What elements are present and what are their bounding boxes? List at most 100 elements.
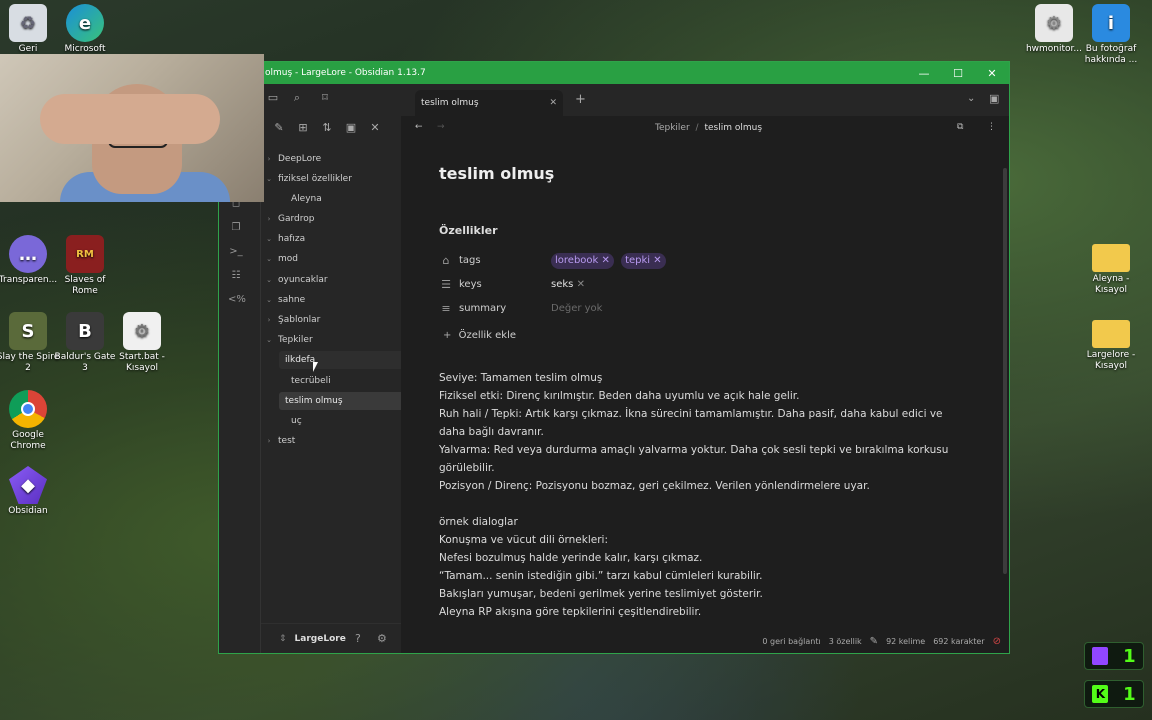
- desktop-icon-slay-the-spire[interactable]: S Slay the Spire 2: [0, 312, 60, 374]
- note-content: teslim olmuş Özellikler ⌂ tags lorebook …: [439, 164, 959, 618]
- tag-label: tepki: [625, 255, 651, 266]
- scrollbar[interactable]: [1003, 168, 1007, 574]
- pencil-icon[interactable]: ✎: [870, 636, 878, 647]
- status-backlinks[interactable]: 0 geri bağlantı: [762, 637, 820, 646]
- back-arrow-icon[interactable]: ←: [415, 122, 423, 132]
- bookmark-icon[interactable]: ⌑: [317, 90, 333, 106]
- vault-switcher[interactable]: ⇕ LargeLore ? ⚙: [261, 623, 401, 653]
- forward-arrow-icon[interactable]: →: [437, 122, 445, 132]
- webcam-overlay: [0, 54, 264, 202]
- status-chars: 692 karakter: [933, 636, 985, 646]
- mouse-cursor: [313, 362, 318, 372]
- window-title: olmuş - LargeLore - Obsidian 1.13.7: [265, 68, 426, 78]
- tree-file-ilkdefa[interactable]: ilkdefa: [279, 351, 409, 369]
- collapse-icon[interactable]: ▣: [343, 120, 359, 136]
- body-line: Pozisyon / Direnç: Pozisyonu bozmaz, ger…: [439, 480, 870, 492]
- code-icon[interactable]: <%: [228, 292, 246, 308]
- minimize-button[interactable]: —: [907, 62, 941, 84]
- obsidian-icon: ◆: [9, 466, 47, 504]
- maximize-button[interactable]: ☐: [941, 62, 975, 84]
- sidebar-toggle-icon[interactable]: ▣: [989, 92, 999, 105]
- tab-bar: teslim olmuş ✕ + ⌄ ▣: [401, 84, 1009, 116]
- new-folder-icon[interactable]: ⊞: [295, 120, 311, 136]
- breadcrumb-file[interactable]: teslim olmuş: [704, 123, 762, 133]
- desktop-icon-recycle-bin[interactable]: ♻ Geri: [0, 4, 60, 55]
- list-value[interactable]: seks: [551, 279, 573, 290]
- sort-icon[interactable]: ⇅: [319, 120, 335, 136]
- desktop-icon-edge[interactable]: e Microsoft: [53, 4, 117, 55]
- note-body[interactable]: Seviye: Tamamen teslim olmuş Fiziksel et…: [439, 369, 959, 629]
- book-icon[interactable]: ⧉: [957, 122, 963, 132]
- copy-icon[interactable]: ❐: [228, 220, 244, 236]
- desktop-icon-label: Slay the Spire 2: [0, 352, 60, 373]
- status-properties[interactable]: 3 özellik: [829, 637, 862, 646]
- body-line: Ruh hali / Tepki: Artık karşı çıkmaz. İk…: [439, 408, 943, 420]
- desktop-icon-chrome[interactable]: Google Chrome: [0, 390, 60, 452]
- kick-count: 1: [1123, 683, 1136, 705]
- desktop-icon-photo-info[interactable]: i Bu fotoğraf hakkında ...: [1079, 4, 1143, 66]
- body-line: “Tamam... senin istediğin gibi.” tarzı k…: [439, 570, 763, 582]
- tree-folder-sablonlar[interactable]: Şablonlar: [272, 311, 326, 329]
- search-icon[interactable]: ⌕: [289, 90, 305, 106]
- game-icon: RM: [66, 235, 104, 273]
- tree-folder-deeplore[interactable]: DeepLore: [272, 150, 327, 168]
- settings-icon[interactable]: ⚙: [377, 632, 387, 645]
- breadcrumb-separator: /: [695, 123, 699, 133]
- tree-folder-gardrop[interactable]: Gardrop: [272, 210, 320, 228]
- status-bar: 0 geri bağlantı 3 özellik ✎ 92 kelime 69…: [762, 633, 1001, 649]
- desktop-icon-hwmonitor[interactable]: ⚙ hwmonitor...: [1022, 4, 1086, 55]
- templates-icon[interactable]: ☷: [228, 268, 244, 284]
- tree-folder-oyuncaklar[interactable]: oyuncaklar: [272, 271, 334, 289]
- file-explorer: ▭ ⌕ ⌑ ✎ ⊞ ⇅ ▣ ✕ › DeepLore ⌄ fiziksel öz…: [261, 84, 409, 653]
- desktop-icon-aleyna-folder[interactable]: Aleyna - Kısayol: [1079, 238, 1143, 296]
- tree-folder-sahne[interactable]: sahne: [272, 291, 311, 309]
- help-icon[interactable]: ?: [355, 632, 361, 645]
- property-row-summary[interactable]: ≡ summary Değer yok: [439, 300, 739, 318]
- sync-off-icon[interactable]: ⊘: [993, 636, 1001, 647]
- property-key: tags: [459, 255, 481, 266]
- body-line: Aleyna RP akışına göre tepkilerini çeşit…: [439, 606, 702, 618]
- sidebar-top-toolbar: ▭ ⌕ ⌑ ✎ ⊞ ⇅ ▣ ✕: [261, 84, 401, 134]
- game-icon: B: [66, 312, 104, 350]
- more-options-icon[interactable]: ⋮: [987, 122, 996, 132]
- desktop-icon-start-bat[interactable]: ⚙ Start.bat - Kısayol: [110, 312, 174, 374]
- desktop-icon-transparent[interactable]: … Transparen...: [0, 235, 60, 286]
- tree-file-teslim-olmus[interactable]: teslim olmuş: [279, 392, 409, 410]
- tag-pill-lorebook[interactable]: lorebook ✕: [551, 253, 614, 269]
- tag-pill-tepki[interactable]: tepki ✕: [621, 253, 666, 269]
- tree-folder-mod[interactable]: mod: [272, 250, 304, 268]
- recycle-bin-icon: ♻: [9, 4, 47, 42]
- property-row-tags[interactable]: ⌂ tags lorebook ✕ tepki ✕: [439, 252, 739, 270]
- tree-file-uc[interactable]: uç: [285, 412, 308, 430]
- tree-file-aleyna[interactable]: Aleyna: [285, 190, 328, 208]
- tab-teslim-olmus[interactable]: teslim olmuş ✕: [415, 90, 563, 116]
- breadcrumb-folder[interactable]: Tepkiler: [655, 123, 690, 133]
- body-line: Fiziksel etki: Direnç kırılmıştır. Beden…: [439, 390, 800, 402]
- body-line: örnek dialoglar: [439, 516, 518, 528]
- tree-folder-fiziksel[interactable]: fiziksel özellikler: [272, 170, 358, 188]
- remove-icon[interactable]: ✕: [577, 279, 585, 290]
- chrome-icon: [9, 390, 47, 428]
- note-title[interactable]: teslim olmuş: [439, 164, 959, 183]
- tree-folder-tepkiler[interactable]: Tepkiler: [272, 331, 319, 349]
- tree-folder-test[interactable]: test: [272, 432, 301, 450]
- tree-folder-hafiza[interactable]: hafıza: [272, 230, 311, 248]
- desktop-icon-obsidian[interactable]: ◆ Obsidian: [0, 466, 60, 517]
- desktop-icon-slaves-of-rome[interactable]: RM Slaves of Rome: [53, 235, 117, 297]
- add-property-button[interactable]: + Özellik ekle: [443, 327, 516, 345]
- tab-close-icon[interactable]: ✕: [549, 90, 557, 116]
- close-icon[interactable]: ✕: [367, 120, 383, 136]
- terminal-icon[interactable]: >_: [228, 244, 244, 260]
- new-tab-icon[interactable]: +: [575, 92, 586, 107]
- files-icon[interactable]: ▭: [265, 90, 281, 106]
- window-titlebar[interactable]: olmuş - LargeLore - Obsidian 1.13.7 — ☐ …: [219, 62, 1009, 84]
- chevron-down-icon[interactable]: ⌄: [967, 93, 975, 104]
- desktop-icon-label: Obsidian: [8, 506, 48, 516]
- new-note-icon[interactable]: ✎: [271, 120, 287, 136]
- desktop-icon-largelore-folder[interactable]: Largelore - Kısayol: [1079, 314, 1143, 372]
- property-value-summary[interactable]: Değer yok: [551, 300, 602, 318]
- property-row-keys[interactable]: ☰ keys seks ✕: [439, 276, 739, 294]
- desktop-icon-baldurs-gate[interactable]: B Baldur's Gate 3: [53, 312, 117, 374]
- close-window-button[interactable]: ✕: [975, 62, 1009, 84]
- tree-file-tecrubeli[interactable]: tecrübeli: [285, 372, 337, 390]
